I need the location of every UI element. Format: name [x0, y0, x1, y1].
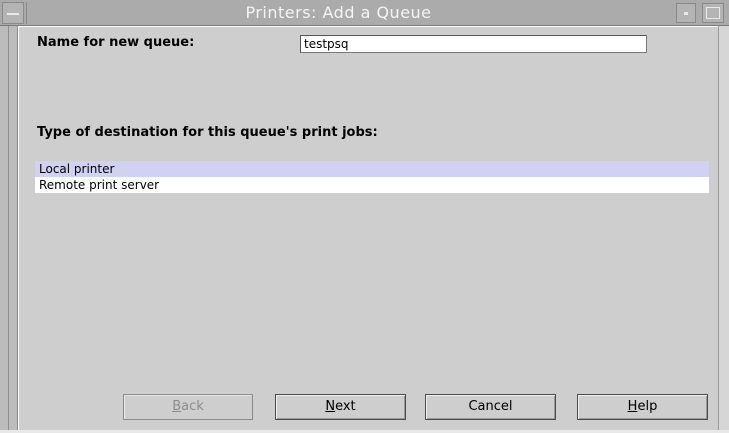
minimize-icon [684, 12, 688, 15]
cancel-button[interactable]: Cancel [425, 394, 556, 420]
help-mnemonic: H [627, 399, 638, 414]
title-bar[interactable]: Printers: Add a Queue [0, 0, 729, 26]
destination-local-printer[interactable]: Local printer [35, 161, 709, 177]
back-label: ack [181, 399, 204, 414]
help-label: elp [637, 399, 658, 414]
next-label: ext [335, 399, 356, 414]
add-queue-window: Printers: Add a Queue Name for new queue… [0, 0, 729, 433]
maximize-button[interactable] [702, 3, 724, 23]
back-mnemonic: B [172, 399, 182, 414]
back-button[interactable]: Back [123, 394, 253, 420]
maximize-icon [706, 7, 720, 19]
window-menu-button[interactable] [2, 2, 24, 24]
dialog-body: Name for new queue: testpsq Type of dest… [19, 27, 718, 433]
destination-list: Local printer Remote print server [35, 161, 709, 193]
destination-type-label: Type of destination for this queue's pri… [37, 125, 378, 140]
window-frame-right[interactable] [718, 26, 729, 433]
frame-divider [8, 26, 9, 433]
minimize-button[interactable] [676, 3, 696, 23]
next-mnemonic: N [325, 399, 336, 414]
queue-name-label: Name for new queue: [37, 35, 195, 50]
window-frame-left[interactable] [0, 26, 18, 433]
window-title: Printers: Add a Queue [245, 3, 432, 22]
queue-name-input[interactable]: testpsq [300, 35, 647, 53]
next-button[interactable]: Next [275, 394, 406, 420]
destination-remote-print-server[interactable]: Remote print server [35, 177, 709, 193]
window-menu-icon [7, 13, 19, 15]
help-button[interactable]: Help [577, 394, 708, 420]
